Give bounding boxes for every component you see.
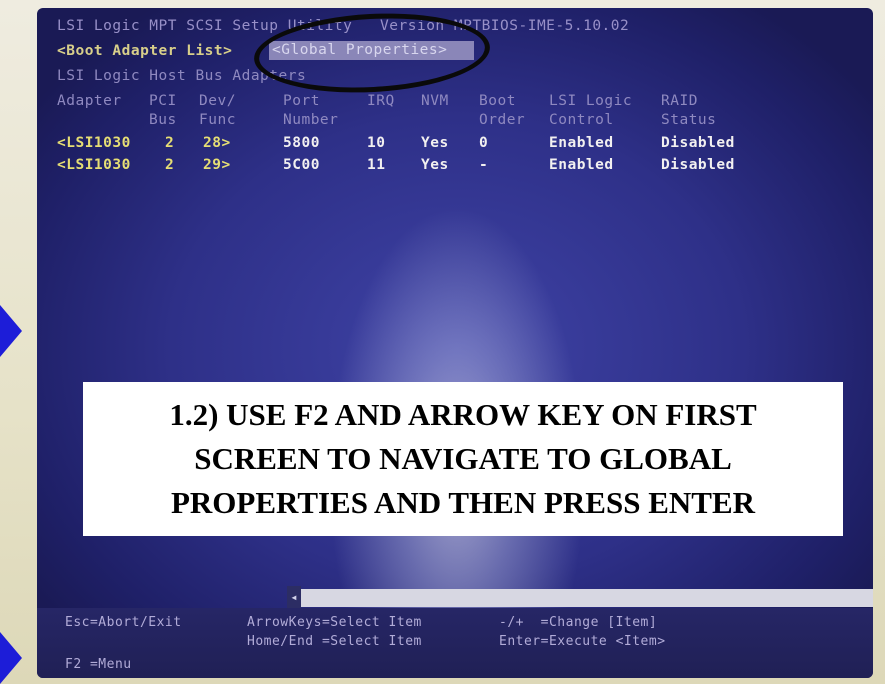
row-irq: 11 (367, 157, 386, 173)
callout-line-2: SCREEN TO NAVIGATE TO GLOBAL (194, 441, 732, 476)
left-arrow-marker-upper (0, 305, 22, 357)
row-adapter[interactable]: <LSI1030 (57, 157, 131, 174)
row-nvm: Yes (421, 157, 449, 173)
left-arrow-marker-lower (0, 632, 22, 684)
row-raid-status: Disabled (661, 135, 735, 151)
instruction-callout: 1.2) USE F2 AND ARROW KEY ON FIRST SCREE… (83, 382, 843, 536)
col-header-pci: PCI (149, 93, 177, 109)
row-func: 29> (203, 157, 231, 173)
col-header-boot: Boot (479, 93, 516, 109)
col-header-bus: Bus (149, 112, 177, 128)
col-header-dev: Dev/ (199, 93, 236, 109)
help-esc: Esc=Abort/Exit (65, 615, 182, 630)
row-raid-status: Disabled (661, 157, 735, 173)
scrollbar-thumb-icon[interactable]: ◂ (287, 586, 301, 608)
col-header-control: Control (549, 112, 614, 128)
row-lsi-control[interactable]: Enabled (549, 135, 614, 152)
horizontal-scrollbar[interactable] (287, 589, 873, 607)
col-header-irq: IRQ (367, 93, 395, 109)
row-adapter[interactable]: <LSI1030 (57, 135, 131, 152)
row-bus: 2 (165, 157, 175, 173)
help-home-end: Home/End =Select Item (247, 634, 422, 649)
col-header-nvm: NVM (421, 93, 449, 109)
callout-line-3: PROPERTIES AND THEN PRESS ENTER (170, 485, 756, 520)
help-change: -/+ =Change [Item] (499, 615, 658, 630)
col-header-raid: RAID (661, 93, 698, 109)
help-bar: Esc=Abort/Exit ArrowKeys=Select Item -/+… (37, 608, 873, 678)
col-header-lsi-logic: LSI Logic (549, 93, 633, 109)
row-port: 5C00 (283, 157, 320, 173)
bios-screen: LSI Logic MPT SCSI Setup Utility Version… (37, 8, 873, 678)
tab-boot-adapter-list[interactable]: <Boot Adapter List> (57, 43, 232, 60)
row-lsi-control[interactable]: Enabled (549, 157, 614, 174)
row-bus: 2 (165, 135, 175, 151)
help-f2-menu: F2 =Menu (65, 657, 132, 672)
row-port: 5800 (283, 135, 320, 151)
col-header-status: Status (661, 112, 717, 128)
col-header-order: Order (479, 112, 526, 128)
row-func: 28> (203, 135, 231, 151)
col-header-func: Func (199, 112, 236, 128)
col-header-port: Port (283, 93, 320, 109)
col-header-adapter: Adapter (57, 93, 122, 109)
row-boot-order[interactable]: - (479, 157, 488, 174)
row-nvm: Yes (421, 135, 449, 151)
help-enter: Enter=Execute <Item> (499, 634, 666, 649)
col-header-number: Number (283, 112, 339, 128)
row-boot-order[interactable]: 0 (479, 135, 488, 152)
help-arrowkeys: ArrowKeys=Select Item (247, 615, 422, 630)
callout-line-1: 1.2) USE F2 AND ARROW KEY ON FIRST (169, 397, 757, 432)
row-irq: 10 (367, 135, 386, 151)
